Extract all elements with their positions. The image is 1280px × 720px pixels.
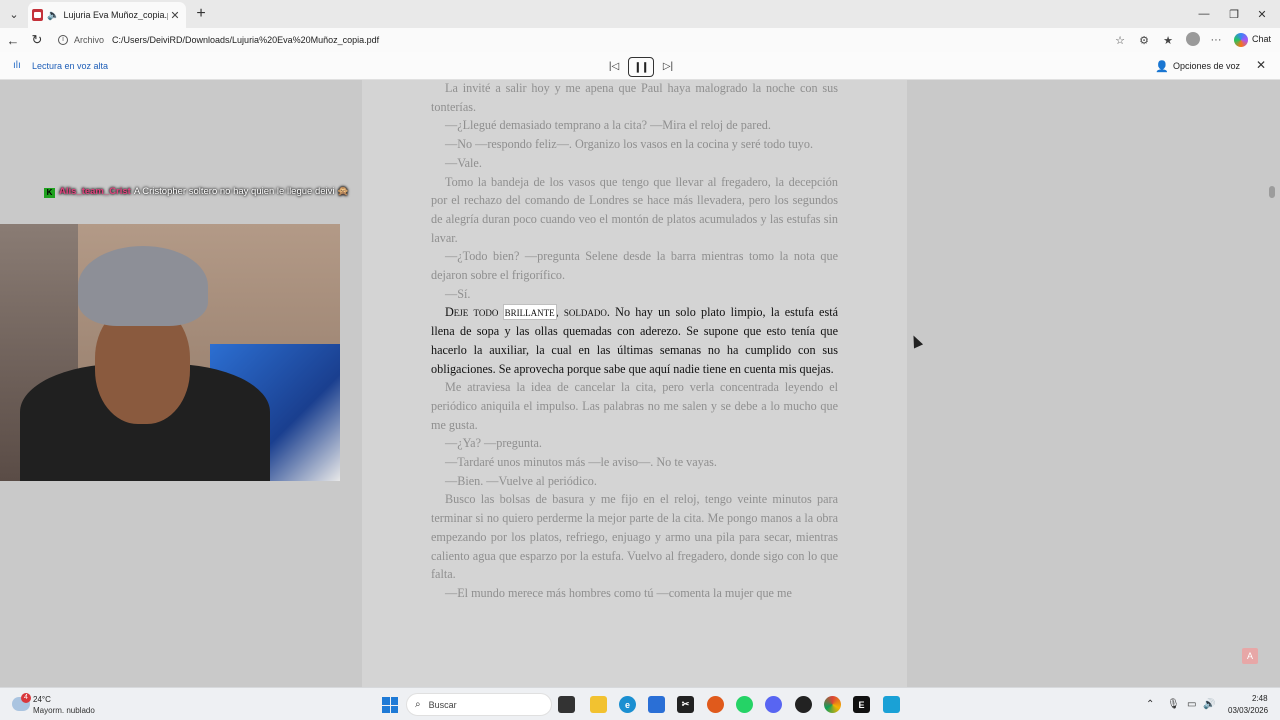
voice-options-button[interactable]: Opciones de voz bbox=[1173, 61, 1240, 71]
read-aloud-icon: ılı bbox=[13, 60, 21, 71]
favorites-icon[interactable]: ★ bbox=[1160, 32, 1176, 48]
taskbar-search[interactable]: ⌕ Buscar bbox=[406, 693, 552, 716]
tab-title: Lujuria Eva Muñoz_copia.pdf bbox=[63, 10, 168, 20]
paragraph: —Sí. bbox=[445, 286, 471, 301]
capcut-icon[interactable]: ✂ bbox=[677, 696, 694, 713]
voice-options-icon[interactable]: 👤 bbox=[1155, 60, 1169, 73]
paragraph: —No —respondo feliz—. Organizo los vasos… bbox=[445, 137, 814, 152]
windows-start-icon[interactable] bbox=[382, 697, 398, 713]
new-tab-icon[interactable]: + bbox=[192, 5, 210, 23]
paragraph: —¿Todo bien? —pregunta Selene desde la b… bbox=[431, 249, 838, 283]
show-hidden-icons-icon[interactable]: ⌃ bbox=[1146, 699, 1154, 710]
paragraph: —¿Ya? —pregunta. bbox=[445, 436, 542, 451]
highlighted-word: brillante bbox=[502, 304, 557, 321]
discord-icon[interactable] bbox=[765, 696, 782, 713]
refresh-icon[interactable]: ↻ bbox=[27, 30, 47, 50]
address-toolbar: ← ↻ i Archivo C:/Users/DeiviRD/Downloads… bbox=[0, 28, 1280, 52]
chrome-icon[interactable] bbox=[824, 696, 841, 713]
network-icon[interactable]: ▭ bbox=[1187, 699, 1196, 710]
microphone-icon[interactable]: 🎙 bbox=[1167, 699, 1180, 710]
weather-badge: 4 bbox=[21, 693, 31, 703]
clock-time[interactable]: 2:48 bbox=[1252, 694, 1268, 703]
extensions-icon[interactable]: ⚙ bbox=[1136, 32, 1152, 48]
kick-badge-icon: K bbox=[44, 188, 55, 198]
notepad-icon[interactable] bbox=[883, 696, 900, 713]
file-explorer-icon[interactable] bbox=[590, 696, 607, 713]
chat-username: Alis_team_Crist bbox=[59, 186, 131, 197]
scrollbar-thumb[interactable] bbox=[1269, 186, 1275, 198]
taskbar: 4 24°C Mayorm. nublado ⌕ Buscar e ✂ E ⌃ … bbox=[0, 687, 1280, 720]
chat-text: A Cristopher soltero no hay quien le lle… bbox=[133, 186, 349, 197]
search-placeholder: Buscar bbox=[428, 699, 457, 710]
paragraph: —¿Llegué demasiado temprano a la cita? —… bbox=[445, 118, 771, 133]
obs-icon[interactable] bbox=[795, 696, 812, 713]
paragraph: —Vale. bbox=[445, 155, 482, 170]
cam-cap bbox=[78, 246, 208, 326]
tab-actions-menu-icon[interactable]: ⌄ bbox=[4, 4, 24, 24]
whatsapp-icon[interactable] bbox=[736, 696, 753, 713]
current-paragraph: Deje todo brillante, soldado. No hay un … bbox=[431, 303, 838, 378]
profile-avatar[interactable] bbox=[1186, 32, 1200, 46]
next-paragraph-icon[interactable]: ▷| bbox=[658, 57, 678, 75]
paragraph: —El mundo merece más hombres como tú —co… bbox=[445, 585, 792, 600]
lead-words-after: , soldado. bbox=[555, 305, 610, 320]
previous-paragraph-icon[interactable]: |◁ bbox=[604, 57, 624, 75]
back-icon[interactable]: ← bbox=[3, 30, 23, 50]
weather-description[interactable]: Mayorm. nublado bbox=[33, 706, 95, 715]
task-view-icon[interactable] bbox=[558, 696, 575, 713]
close-window-icon[interactable]: ✕ bbox=[1242, 0, 1280, 28]
copilot-icon[interactable] bbox=[1234, 33, 1248, 47]
stream-chat-message: K Alis_team_Crist A Cristopher soltero no … bbox=[44, 185, 354, 198]
close-read-aloud-icon[interactable]: ✕ bbox=[1254, 58, 1268, 72]
paragraph: Tomo la bandeja de los vasos que tengo q… bbox=[431, 174, 838, 245]
weather-temperature[interactable]: 24°C bbox=[33, 695, 51, 704]
firefox-icon[interactable] bbox=[707, 696, 724, 713]
address-url: C:/Users/DeiviRD/Downloads/Lujuria%20Eva… bbox=[112, 35, 380, 45]
tab-active[interactable]: 🔈 Lujuria Eva Muñoz_copia.pdf ✕ bbox=[28, 2, 186, 28]
clock-date[interactable]: 03/03/2026 bbox=[1228, 706, 1268, 715]
info-icon[interactable]: i bbox=[58, 35, 68, 45]
edge-icon[interactable]: e bbox=[619, 696, 636, 713]
acrobat-icon[interactable]: A bbox=[1242, 648, 1258, 664]
address-bar[interactable]: i Archivo C:/Users/DeiviRD/Downloads/Luj… bbox=[52, 30, 1132, 50]
epic-games-icon[interactable]: E bbox=[853, 696, 870, 713]
favorite-star-icon[interactable]: ☆ bbox=[1112, 32, 1128, 48]
pause-button[interactable]: ❙❙ bbox=[628, 57, 654, 77]
address-scheme-label: Archivo bbox=[74, 35, 105, 45]
more-menu-icon[interactable]: ··· bbox=[1208, 32, 1224, 48]
paragraph: Busco las bolsas de basura y me fijo en … bbox=[431, 492, 838, 582]
paragraph: Me atraviesa la idea de cancelar la cita… bbox=[431, 380, 838, 432]
tab-strip: ⌄ 🔈 Lujuria Eva Muñoz_copia.pdf ✕ + — ❐ … bbox=[0, 0, 1280, 28]
search-icon: ⌕ bbox=[415, 699, 421, 710]
lead-words: Deje todo bbox=[445, 305, 499, 320]
paragraph: La invité a salir hoy y me apena que Pau… bbox=[431, 81, 838, 114]
paragraph: —Tardaré unos minutos más —le aviso—. No… bbox=[445, 455, 717, 470]
volume-icon[interactable]: 🔊 bbox=[1203, 699, 1215, 710]
read-aloud-label: Lectura en voz alta bbox=[32, 61, 109, 71]
page-text: La invité a salir hoy y me apena que Pau… bbox=[431, 80, 838, 603]
read-aloud-bar: ılı Lectura en voz alta |◁ ❙❙ ▷| 👤 Opcio… bbox=[0, 52, 1280, 80]
webcam-feed bbox=[0, 224, 340, 481]
chat-label[interactable]: Chat bbox=[1252, 34, 1271, 44]
speaker-icon[interactable]: 🔈 bbox=[47, 10, 59, 21]
pdf-file-icon bbox=[32, 9, 43, 21]
close-tab-icon[interactable]: ✕ bbox=[168, 9, 182, 22]
paragraph: —Bien. —Vuelve al periódico. bbox=[445, 473, 597, 488]
store-icon[interactable] bbox=[648, 696, 665, 713]
